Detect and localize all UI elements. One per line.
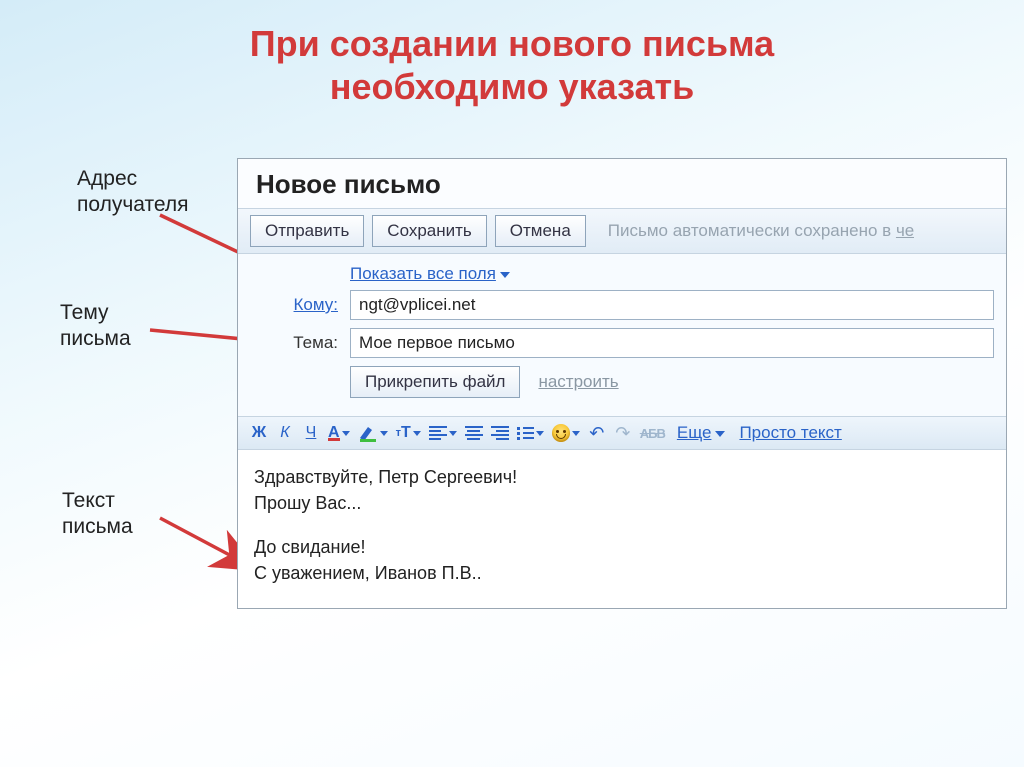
to-row: Кому: [250, 290, 994, 320]
label-body-text: Текст письма [62, 489, 133, 538]
attach-button[interactable]: Прикрепить файл [350, 366, 520, 398]
send-button[interactable]: Отправить [250, 215, 364, 247]
subject-label: Тема: [250, 333, 350, 353]
highlight-chevron-icon [380, 431, 388, 436]
align-left-icon [429, 426, 447, 440]
list-icon [517, 427, 534, 440]
more-link-text: Еще [677, 423, 712, 442]
cancel-button[interactable]: Отмена [495, 215, 586, 247]
label-recipient: Адрес получателя [77, 166, 189, 219]
attach-row: Прикрепить файл настроить [350, 366, 994, 398]
autosave-status-prefix: Письмо автоматически сохранено в [608, 221, 896, 240]
to-label[interactable]: Кому: [250, 295, 350, 315]
font-size-chevron-icon [413, 431, 421, 436]
emoji-chevron-icon [572, 431, 580, 436]
panel-title: Новое письмо [238, 159, 1006, 208]
chevron-down-icon [500, 272, 510, 278]
body-line: С уважением, Иванов П.В.. [254, 560, 990, 586]
plain-text-link[interactable]: Просто текст [739, 423, 841, 443]
autosave-status: Письмо автоматически сохранено в че [608, 221, 914, 241]
align-right-icon [491, 426, 509, 440]
clear-format-button[interactable]: АБВ [638, 421, 667, 445]
font-size-big-glyph: Т [401, 424, 411, 442]
emoji-button[interactable] [550, 421, 582, 445]
label-recipient-text: Адрес получателя [77, 167, 189, 216]
redo-button[interactable]: ↷ [612, 421, 634, 445]
underline-button[interactable]: Ч [300, 421, 322, 445]
configure-link[interactable]: настроить [538, 372, 618, 392]
font-color-button[interactable]: А [326, 421, 352, 445]
message-body[interactable]: Здравствуйте, Петр Сергеевич! Прошу Вас.… [238, 450, 1006, 608]
align-left-button[interactable] [427, 421, 459, 445]
font-size-button[interactable]: тТ [394, 421, 423, 445]
action-toolbar: Отправить Сохранить Отмена Письмо автома… [238, 208, 1006, 254]
label-subject: Тему письма [60, 300, 131, 353]
body-line: Здравствуйте, Петр Сергеевич! [254, 464, 990, 490]
body-line: До свидание! [254, 534, 990, 560]
align-center-icon [465, 426, 483, 440]
more-link[interactable]: Еще [677, 423, 726, 443]
align-chevron-icon [449, 431, 457, 436]
label-subject-text: Тему письма [60, 301, 131, 350]
subject-input[interactable] [350, 328, 994, 358]
undo-button[interactable]: ↶ [586, 421, 608, 445]
to-input[interactable] [350, 290, 994, 320]
font-color-glyph: А [328, 424, 340, 442]
font-color-chevron-icon [342, 431, 350, 436]
body-line: Прошу Вас... [254, 490, 990, 516]
slide-title-line1: При создании нового письма [0, 22, 1024, 65]
save-button[interactable]: Сохранить [372, 215, 486, 247]
autosave-status-link[interactable]: че [896, 221, 914, 240]
slide-title-line2: необходимо указать [0, 65, 1024, 108]
show-all-fields-link[interactable]: Показать все поля [350, 264, 994, 284]
label-body: Текст письма [62, 488, 133, 541]
list-button[interactable] [515, 421, 546, 445]
list-chevron-icon [536, 431, 544, 436]
compose-panel: Новое письмо Отправить Сохранить Отмена … [237, 158, 1007, 609]
body-blank-line [254, 516, 990, 534]
highlight-button[interactable] [356, 421, 390, 445]
header-fields: Показать все поля Кому: Тема: Прикрепить… [238, 254, 1006, 416]
bold-button[interactable]: Ж [248, 421, 270, 445]
smiley-icon [552, 424, 570, 442]
slide-title: При создании нового письма необходимо ук… [0, 0, 1024, 108]
more-chevron-icon [715, 431, 725, 437]
subject-row: Тема: [250, 328, 994, 358]
show-all-fields-text: Показать все поля [350, 264, 496, 283]
highlight-icon [358, 424, 378, 442]
align-center-button[interactable] [463, 421, 485, 445]
italic-button[interactable]: К [274, 421, 296, 445]
align-right-button[interactable] [489, 421, 511, 445]
format-toolbar: Ж К Ч А тТ ↶ ↷ АБВ Еще Просто текст [238, 416, 1006, 450]
